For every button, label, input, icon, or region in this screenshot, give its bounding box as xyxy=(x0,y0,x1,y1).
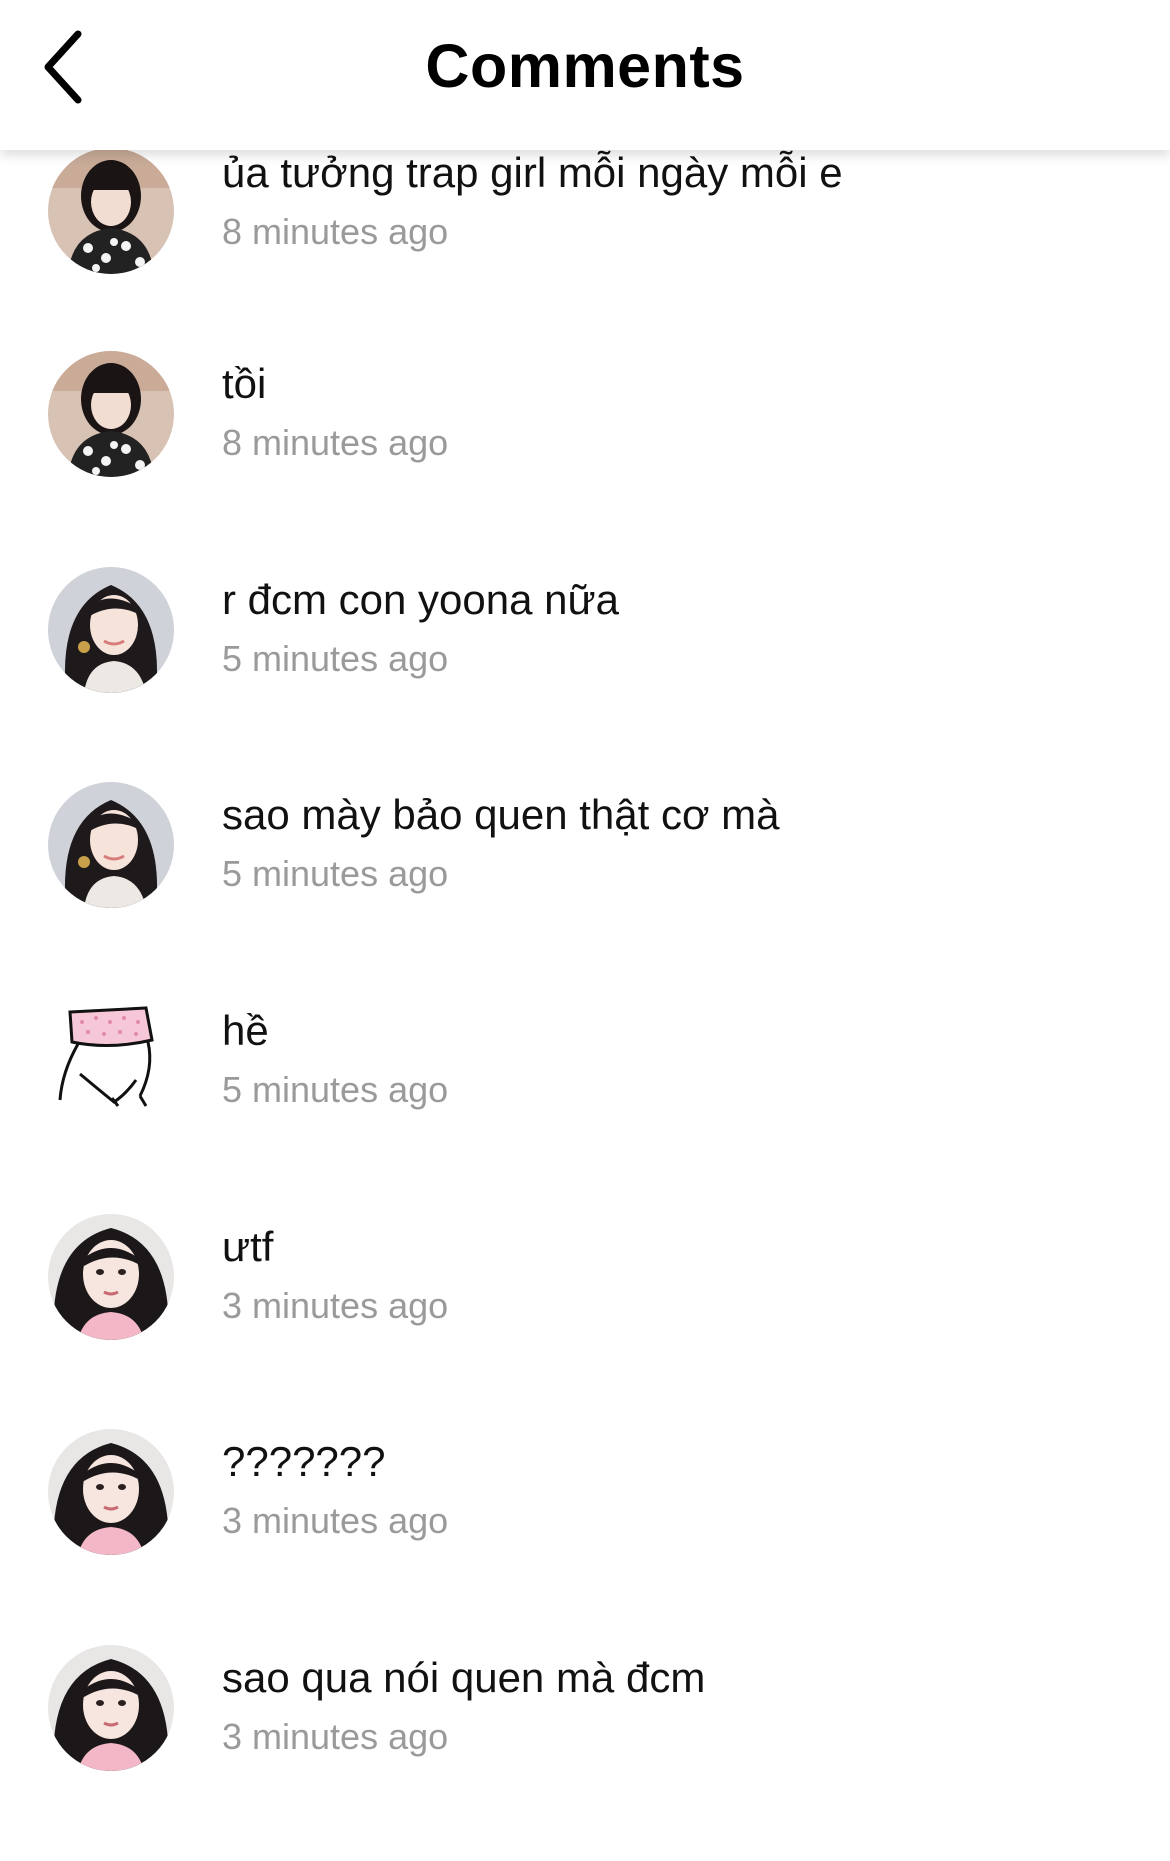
comment-timestamp: 5 minutes ago xyxy=(222,1069,449,1110)
comment-text: r đcm con yoona nữa xyxy=(222,576,619,623)
avatar[interactable] xyxy=(48,1214,174,1340)
comment-timestamp: 3 minutes ago xyxy=(222,1500,449,1541)
comment-item[interactable]: ??????? 3 minutes ago xyxy=(0,1429,1170,1645)
comment-timestamp: 8 minutes ago xyxy=(222,211,449,252)
page-title: Comments xyxy=(425,32,745,100)
comment-timestamp: 3 minutes ago xyxy=(222,1285,449,1326)
comment-item[interactable]: hề 5 minutes ago xyxy=(0,998,1170,1214)
girl-pink-top-avatar xyxy=(48,1645,174,1771)
avatar[interactable] xyxy=(48,998,174,1124)
comment-item[interactable]: sao qua nói quen mà đcm 3 minutes ago xyxy=(0,1645,1170,1861)
comment-text: tồi xyxy=(222,360,267,407)
sketch-pink-hat-avatar xyxy=(48,998,174,1124)
comment-item[interactable]: r đcm con yoona nữa 5 minutes ago xyxy=(0,567,1170,783)
comment-timestamp: 5 minutes ago xyxy=(222,638,449,679)
avatar[interactable] xyxy=(48,567,174,693)
comment-text: hề xyxy=(222,1007,269,1054)
comment-text: ủa tưởng trap girl mỗi ngày mỗi e xyxy=(222,149,843,196)
girl-patterned-top-avatar xyxy=(48,351,174,477)
comment-timestamp: 8 minutes ago xyxy=(222,422,449,463)
comment-text: sao qua nói quen mà đcm xyxy=(222,1654,706,1701)
avatar[interactable] xyxy=(48,148,174,274)
avatar[interactable] xyxy=(48,1429,174,1555)
comment-item[interactable]: tồi 8 minutes ago xyxy=(0,351,1170,567)
header-bar: Comments xyxy=(0,0,1170,150)
comment-text: sao mày bảo quen thật cơ mà xyxy=(222,791,780,838)
comment-item[interactable]: ủa tưởng trap girl mỗi ngày mỗi e 8 minu… xyxy=(0,148,1170,364)
comment-text: ??????? xyxy=(222,1438,386,1485)
girl-pink-top-avatar xyxy=(48,1429,174,1555)
girl-pink-top-avatar xyxy=(48,1214,174,1340)
girl-dark-hair-earrings-avatar xyxy=(48,567,174,693)
avatar[interactable] xyxy=(48,1645,174,1771)
comment-timestamp: 5 minutes ago xyxy=(222,853,449,894)
comment-timestamp: 3 minutes ago xyxy=(222,1716,449,1757)
girl-dark-hair-earrings-avatar xyxy=(48,782,174,908)
comment-item[interactable]: ưtf 3 minutes ago xyxy=(0,1214,1170,1430)
avatar[interactable] xyxy=(48,782,174,908)
girl-patterned-top-avatar xyxy=(48,148,174,274)
comment-text: ưtf xyxy=(222,1223,274,1270)
comment-item[interactable]: sao mày bảo quen thật cơ mà 5 minutes ag… xyxy=(0,782,1170,998)
avatar[interactable] xyxy=(48,351,174,477)
comment-list[interactable]: ủa tưởng trap girl mỗi ngày mỗi e 8 minu… xyxy=(0,0,1170,1819)
